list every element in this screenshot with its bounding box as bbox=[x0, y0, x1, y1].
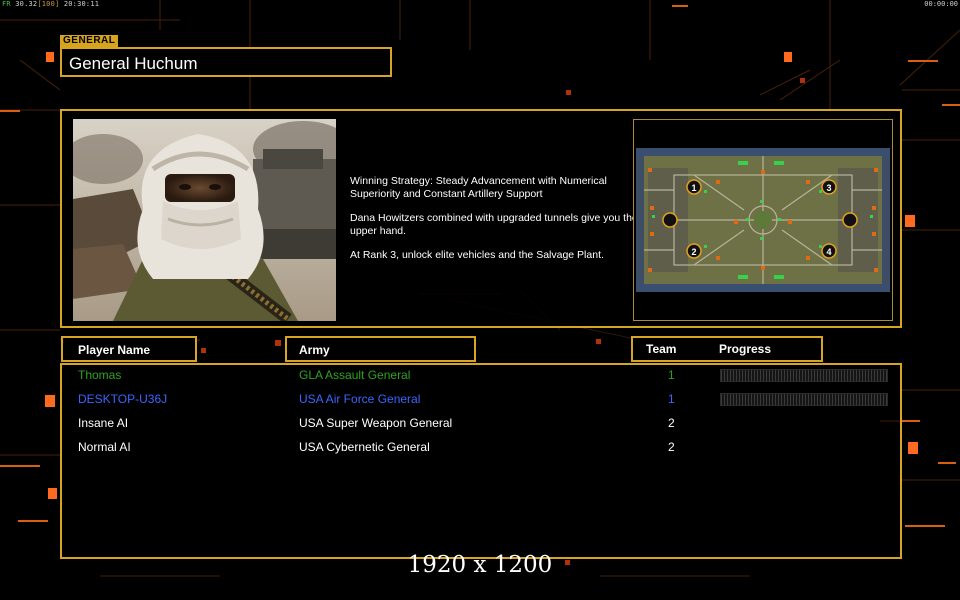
svg-text:1: 1 bbox=[691, 183, 696, 193]
progress-header: Progress bbox=[719, 342, 772, 356]
player-team: 1 bbox=[668, 392, 675, 406]
player-row: Normal AI USA Cybernetic General 2 bbox=[62, 438, 900, 458]
team-progress-header: Team Progress bbox=[631, 336, 823, 362]
player-army: USA Super Weapon General bbox=[299, 416, 453, 430]
player-team: 1 bbox=[668, 368, 675, 382]
player-row: Insane AI USA Super Weapon General 2 bbox=[62, 414, 900, 434]
player-name: DESKTOP-U36J bbox=[78, 392, 168, 406]
player-name: Normal AI bbox=[78, 440, 131, 454]
player-team: 2 bbox=[668, 440, 675, 454]
general-name: General Huchum bbox=[69, 54, 198, 73]
player-row: DESKTOP-U36J USA Air Force General 1 bbox=[62, 390, 900, 410]
general-section-label: GENERAL bbox=[60, 35, 119, 47]
fps-limit: [100] bbox=[37, 0, 60, 8]
player-team: 2 bbox=[668, 416, 675, 430]
svg-text:4: 4 bbox=[826, 247, 831, 257]
rank-text: At Rank 3, unlock elite vehicles and the… bbox=[350, 249, 604, 261]
start-position-4: 4 bbox=[821, 243, 837, 259]
load-progress-bar bbox=[720, 369, 888, 382]
player-name: Insane AI bbox=[78, 416, 129, 430]
army-header: Army bbox=[285, 336, 476, 362]
debug-stats: FR 30.32[100] 20:30:11 bbox=[2, 0, 99, 8]
player-name: Thomas bbox=[78, 368, 122, 382]
player-army: USA Cybernetic General bbox=[299, 440, 430, 454]
game-timer: 00:00:00 bbox=[924, 0, 958, 8]
player-row: Thomas GLA Assault General 1 bbox=[62, 366, 900, 386]
svg-text:3: 3 bbox=[826, 183, 831, 193]
clock: 20:30:11 bbox=[63, 0, 100, 8]
svg-text:2: 2 bbox=[691, 247, 696, 257]
general-info-panel: Winning Strategy: Steady Advancement wit… bbox=[60, 109, 902, 328]
resolution-watermark: 1920 x 1200 bbox=[407, 552, 553, 578]
player-name-header: Player Name bbox=[61, 336, 197, 362]
player-roster: Thomas GLA Assault General 1 DESKTOP-U36… bbox=[60, 363, 902, 559]
general-portrait bbox=[73, 119, 336, 321]
player-army: USA Air Force General bbox=[299, 392, 421, 406]
team-header: Team bbox=[646, 342, 677, 356]
load-progress-bar bbox=[720, 393, 888, 406]
map-preview: 1 2 3 4 bbox=[633, 119, 893, 321]
fps-value: 30.32 bbox=[15, 0, 38, 8]
fps-label: FR bbox=[2, 0, 11, 8]
start-position-3: 3 bbox=[821, 179, 837, 195]
player-army: GLA Assault General bbox=[299, 368, 411, 382]
strategy-text: Winning Strategy: Steady Advancement wit… bbox=[350, 175, 607, 200]
start-position-2: 2 bbox=[686, 243, 702, 259]
general-name-box: General Huchum bbox=[60, 47, 392, 77]
general-description: Winning Strategy: Steady Advancement wit… bbox=[350, 175, 640, 273]
start-position-1: 1 bbox=[686, 179, 702, 195]
tip-text: Dana Howitzers combined with upgraded tu… bbox=[350, 212, 638, 237]
